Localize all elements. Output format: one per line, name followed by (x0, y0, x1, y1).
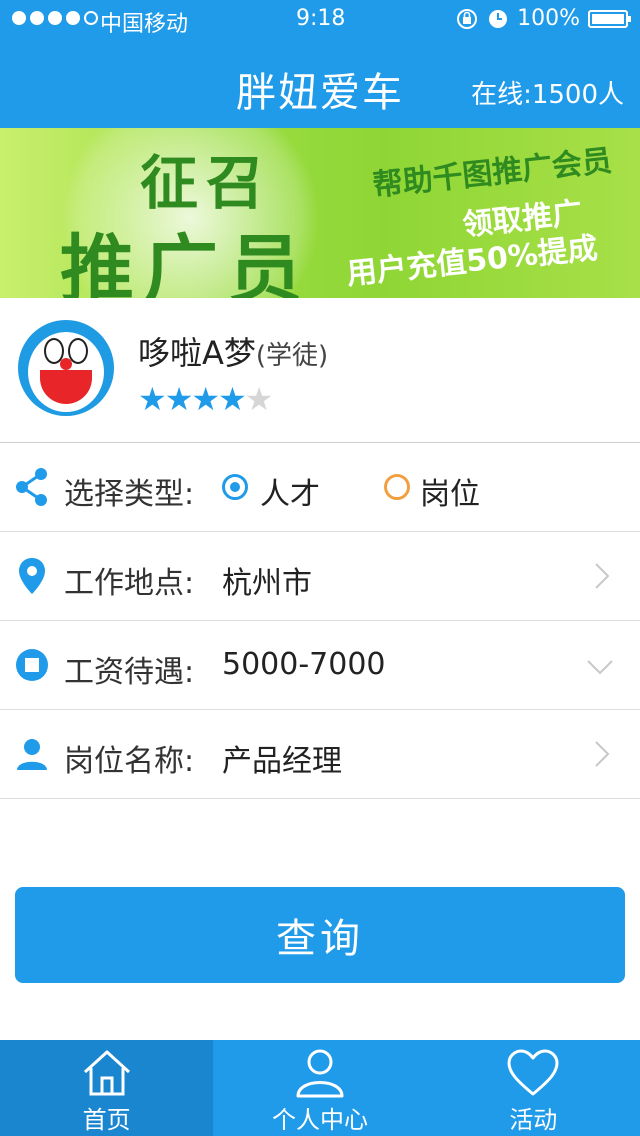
position-value: 产品经理 (222, 744, 342, 779)
query-button[interactable]: 查询 (15, 887, 625, 983)
status-bar: 中国移动 9:18 100% (0, 0, 640, 40)
share-icon (14, 467, 50, 507)
radio-label-position: 岗位 (420, 477, 480, 512)
user-name: 哆啦A梦 (138, 334, 256, 372)
carrier-name: 中国移动 (100, 12, 189, 37)
banner-title-bottom: 推广员 (60, 227, 312, 298)
user-icon (296, 1049, 344, 1098)
location-row[interactable]: 工作地点: 杭州市 (0, 532, 640, 621)
salary-value: 5000-7000 (222, 647, 386, 682)
banner-title-top: 征召 (140, 149, 273, 217)
online-count: 在线:1500人 (471, 80, 624, 110)
heart-icon (507, 1049, 559, 1096)
tab-activity-label: 活动 (509, 1106, 558, 1134)
alarm-icon (489, 9, 508, 28)
battery-icon (588, 9, 631, 28)
tab-profile-label: 个人中心 (271, 1106, 368, 1134)
star-empty-icon: ★ (244, 380, 274, 418)
chevron-right-icon (595, 563, 610, 589)
rating-stars: ★★★★★ (138, 380, 274, 418)
location-value: 杭州市 (222, 566, 312, 601)
user-role: (学徒) (255, 341, 329, 371)
promo-banner[interactable]: 征召 推广员 帮助千图推广会员 领取推广 用户充值50%提成 (0, 128, 640, 298)
salary-icon (14, 645, 50, 685)
type-label: 选择类型: (64, 477, 195, 512)
home-icon (83, 1050, 130, 1096)
tab-home[interactable]: 首页 (0, 1040, 214, 1136)
star-filled-icon: ★ (218, 380, 247, 418)
tab-activity[interactable]: 活动 (427, 1040, 640, 1136)
radio-unchecked-icon (384, 474, 410, 500)
salary-label: 工资待遇: (64, 655, 195, 690)
chevron-down-icon (587, 660, 613, 675)
star-filled-icon: ★ (191, 380, 220, 418)
tab-home-label: 首页 (82, 1106, 131, 1134)
position-label: 岗位名称: (64, 744, 195, 779)
avatar[interactable] (18, 320, 114, 416)
battery-percent: 100% (517, 6, 580, 31)
star-filled-icon: ★ (164, 380, 194, 418)
tab-profile[interactable]: 个人中心 (213, 1040, 426, 1136)
rotation-lock-icon (457, 8, 478, 29)
salary-row[interactable]: 工资待遇: 5000-7000 (0, 621, 640, 710)
position-row[interactable]: 岗位名称: 产品经理 (0, 710, 640, 799)
nav-bar: 胖妞爱车 在线:1500人 (0, 40, 640, 128)
chevron-right-icon (595, 741, 610, 767)
tab-bar: 首页 个人中心 活动 (0, 1040, 640, 1136)
type-row: 选择类型: 人才 岗位 (0, 443, 640, 532)
location-label: 工作地点: (64, 566, 195, 601)
star-filled-icon: ★ (138, 380, 167, 418)
user-profile: 哆啦A梦(学徒) ★★★★★ (0, 298, 640, 443)
location-pin-icon (14, 556, 50, 596)
radio-checked-icon (222, 474, 248, 500)
person-icon (14, 734, 50, 774)
radio-label-talent: 人才 (260, 477, 320, 512)
signal-strength-icon (12, 11, 98, 25)
clock: 9:18 (296, 6, 346, 31)
